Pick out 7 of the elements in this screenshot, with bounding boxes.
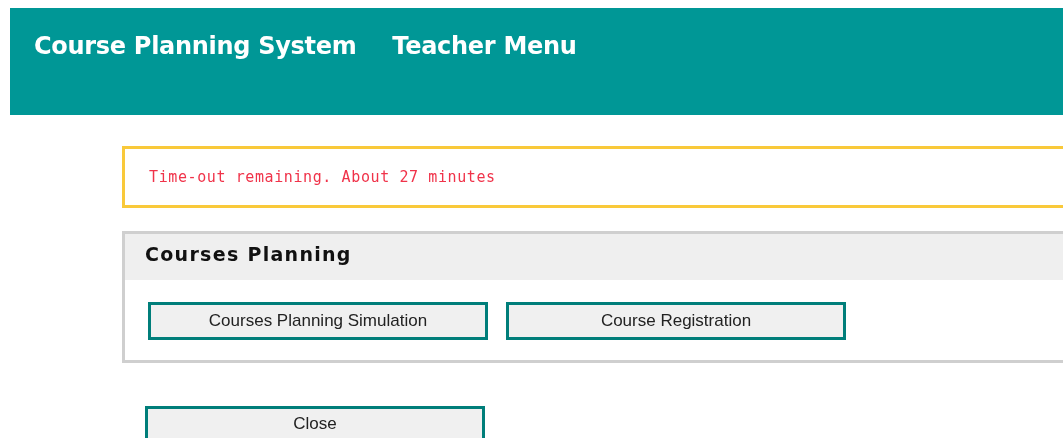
timeout-message: Time-out remaining. About 27 minutes <box>149 168 496 186</box>
menu-button[interactable]: Course Registration <box>506 302 846 340</box>
panel-title: Courses Planning <box>125 234 1063 280</box>
menu-button[interactable]: Courses Planning Simulation <box>148 302 488 340</box>
menu-title: Teacher Menu <box>392 32 577 60</box>
system-title: Course Planning System <box>34 32 357 60</box>
close-button[interactable]: Close <box>145 406 485 438</box>
